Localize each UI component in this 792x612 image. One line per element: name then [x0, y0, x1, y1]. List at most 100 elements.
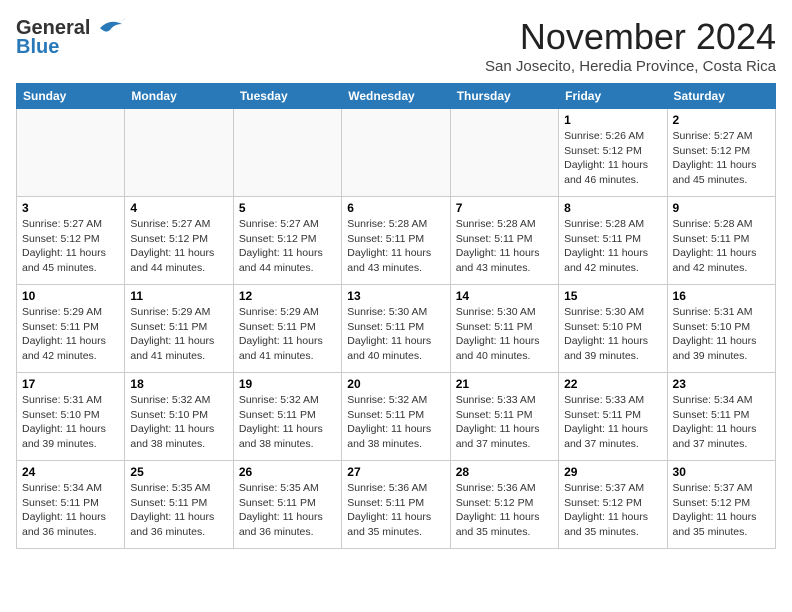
day-cell: 12Sunrise: 5:29 AM Sunset: 5:11 PM Dayli…	[233, 285, 341, 373]
day-cell: 16Sunrise: 5:31 AM Sunset: 5:10 PM Dayli…	[667, 285, 775, 373]
day-info: Sunrise: 5:37 AM Sunset: 5:12 PM Dayligh…	[564, 481, 661, 540]
day-cell: 3 Sunrise: 5:27 AM Sunset: 5:12 PM Daylig…	[17, 197, 125, 285]
day-cell: 4Sunrise: 5:27 AM Sunset: 5:12 PM Daylig…	[125, 197, 233, 285]
week-row-2: 3 Sunrise: 5:27 AM Sunset: 5:12 PM Daylig…	[17, 197, 776, 285]
day-info: Sunrise: 5:26 AM Sunset: 5:12 PM Dayligh…	[564, 129, 661, 188]
day-cell: 20Sunrise: 5:32 AM Sunset: 5:11 PM Dayli…	[342, 373, 450, 461]
day-info: Sunrise: 5:32 AM Sunset: 5:11 PM Dayligh…	[239, 393, 336, 452]
day-number: 8	[564, 201, 661, 215]
week-row-3: 10Sunrise: 5:29 AM Sunset: 5:11 PM Dayli…	[17, 285, 776, 373]
day-info: Sunrise: 5:28 AM Sunset: 5:11 PM Dayligh…	[456, 217, 553, 276]
day-cell: 1 Sunrise: 5:26 AM Sunset: 5:12 PM Daylig…	[559, 109, 667, 197]
day-number: 24	[22, 465, 119, 479]
day-cell: 6 Sunrise: 5:28 AM Sunset: 5:11 PM Daylig…	[342, 197, 450, 285]
day-number: 29	[564, 465, 661, 479]
day-cell: 25 Sunrise: 5:35 AM Sunset: 5:11 PM Dayli…	[125, 461, 233, 549]
week-row-5: 24 Sunrise: 5:34 AM Sunset: 5:11 PM Dayli…	[17, 461, 776, 549]
weekday-header-tuesday: Tuesday	[233, 84, 341, 109]
day-cell: 28Sunrise: 5:36 AM Sunset: 5:12 PM Dayli…	[450, 461, 558, 549]
day-number: 23	[673, 377, 770, 391]
day-info: Sunrise: 5:29 AM Sunset: 5:11 PM Dayligh…	[22, 305, 119, 364]
day-info: Sunrise: 5:30 AM Sunset: 5:10 PM Dayligh…	[564, 305, 661, 364]
day-number: 7	[456, 201, 553, 215]
day-cell: 15 Sunrise: 5:30 AM Sunset: 5:10 PM Dayli…	[559, 285, 667, 373]
day-info: Sunrise: 5:33 AM Sunset: 5:11 PM Dayligh…	[456, 393, 553, 452]
day-cell	[125, 109, 233, 197]
weekday-header-monday: Monday	[125, 84, 233, 109]
day-info: Sunrise: 5:27 AM Sunset: 5:12 PM Dayligh…	[22, 217, 119, 276]
day-number: 3	[22, 201, 119, 215]
day-number: 26	[239, 465, 336, 479]
day-cell: 22 Sunrise: 5:33 AM Sunset: 5:11 PM Dayli…	[559, 373, 667, 461]
weekday-header-wednesday: Wednesday	[342, 84, 450, 109]
day-info: Sunrise: 5:33 AM Sunset: 5:11 PM Dayligh…	[564, 393, 661, 452]
day-cell: 23 Sunrise: 5:34 AM Sunset: 5:11 PM Dayli…	[667, 373, 775, 461]
day-number: 20	[347, 377, 444, 391]
day-info: Sunrise: 5:27 AM Sunset: 5:12 PM Dayligh…	[239, 217, 336, 276]
day-info: Sunrise: 5:34 AM Sunset: 5:11 PM Dayligh…	[673, 393, 770, 452]
day-cell: 2 Sunrise: 5:27 AM Sunset: 5:12 PM Daylig…	[667, 109, 775, 197]
day-number: 25	[130, 465, 227, 479]
day-info: Sunrise: 5:30 AM Sunset: 5:11 PM Dayligh…	[347, 305, 444, 364]
day-info: Sunrise: 5:29 AM Sunset: 5:11 PM Dayligh…	[130, 305, 227, 364]
day-info: Sunrise: 5:31 AM Sunset: 5:10 PM Dayligh…	[22, 393, 119, 452]
day-cell: 7 Sunrise: 5:28 AM Sunset: 5:11 PM Daylig…	[450, 197, 558, 285]
day-cell	[17, 109, 125, 197]
day-number: 6	[347, 201, 444, 215]
logo: General Blue	[16, 16, 128, 59]
day-number: 5	[239, 201, 336, 215]
day-number: 15	[564, 289, 661, 303]
week-row-4: 17 Sunrise: 5:31 AM Sunset: 5:10 PM Dayli…	[17, 373, 776, 461]
page-header: General Blue November 2024 San Josecito,…	[16, 16, 776, 75]
weekday-header-thursday: Thursday	[450, 84, 558, 109]
day-cell: 27Sunrise: 5:36 AM Sunset: 5:11 PM Dayli…	[342, 461, 450, 549]
day-cell: 26 Sunrise: 5:35 AM Sunset: 5:11 PM Dayli…	[233, 461, 341, 549]
location: San Josecito, Heredia Province, Costa Ri…	[485, 58, 776, 75]
day-info: Sunrise: 5:37 AM Sunset: 5:12 PM Dayligh…	[673, 481, 770, 540]
day-info: Sunrise: 5:28 AM Sunset: 5:11 PM Dayligh…	[347, 217, 444, 276]
day-number: 1	[564, 113, 661, 127]
day-number: 2	[673, 113, 770, 127]
day-cell: 30Sunrise: 5:37 AM Sunset: 5:12 PM Dayli…	[667, 461, 775, 549]
day-number: 13	[347, 289, 444, 303]
day-cell: 13 Sunrise: 5:30 AM Sunset: 5:11 PM Dayli…	[342, 285, 450, 373]
day-cell: 9Sunrise: 5:28 AM Sunset: 5:11 PM Daylig…	[667, 197, 775, 285]
day-info: Sunrise: 5:36 AM Sunset: 5:12 PM Dayligh…	[456, 481, 553, 540]
day-cell: 21 Sunrise: 5:33 AM Sunset: 5:11 PM Dayli…	[450, 373, 558, 461]
day-number: 12	[239, 289, 336, 303]
day-info: Sunrise: 5:34 AM Sunset: 5:11 PM Dayligh…	[22, 481, 119, 540]
day-cell	[233, 109, 341, 197]
day-cell: 11 Sunrise: 5:29 AM Sunset: 5:11 PM Dayli…	[125, 285, 233, 373]
day-cell: 10Sunrise: 5:29 AM Sunset: 5:11 PM Dayli…	[17, 285, 125, 373]
day-number: 21	[456, 377, 553, 391]
day-number: 14	[456, 289, 553, 303]
day-cell	[342, 109, 450, 197]
day-number: 9	[673, 201, 770, 215]
day-info: Sunrise: 5:35 AM Sunset: 5:11 PM Dayligh…	[239, 481, 336, 540]
calendar-header-row: SundayMondayTuesdayWednesdayThursdayFrid…	[17, 84, 776, 109]
day-number: 17	[22, 377, 119, 391]
logo-bird-icon	[92, 16, 128, 40]
day-info: Sunrise: 5:35 AM Sunset: 5:11 PM Dayligh…	[130, 481, 227, 540]
day-number: 22	[564, 377, 661, 391]
day-info: Sunrise: 5:30 AM Sunset: 5:11 PM Dayligh…	[456, 305, 553, 364]
day-number: 27	[347, 465, 444, 479]
weekday-header-friday: Friday	[559, 84, 667, 109]
day-number: 18	[130, 377, 227, 391]
day-number: 4	[130, 201, 227, 215]
logo-blue: Blue	[16, 36, 59, 59]
day-cell: 18Sunrise: 5:32 AM Sunset: 5:10 PM Dayli…	[125, 373, 233, 461]
day-cell: 5 Sunrise: 5:27 AM Sunset: 5:12 PM Daylig…	[233, 197, 341, 285]
title-section: November 2024 San Josecito, Heredia Prov…	[485, 16, 776, 75]
day-info: Sunrise: 5:27 AM Sunset: 5:12 PM Dayligh…	[673, 129, 770, 188]
day-cell: 14 Sunrise: 5:30 AM Sunset: 5:11 PM Dayli…	[450, 285, 558, 373]
day-number: 19	[239, 377, 336, 391]
calendar-table: SundayMondayTuesdayWednesdayThursdayFrid…	[16, 83, 776, 549]
weekday-header-sunday: Sunday	[17, 84, 125, 109]
weekday-header-saturday: Saturday	[667, 84, 775, 109]
day-number: 16	[673, 289, 770, 303]
day-info: Sunrise: 5:28 AM Sunset: 5:11 PM Dayligh…	[564, 217, 661, 276]
day-number: 11	[130, 289, 227, 303]
day-cell: 19 Sunrise: 5:32 AM Sunset: 5:11 PM Dayli…	[233, 373, 341, 461]
day-cell	[450, 109, 558, 197]
